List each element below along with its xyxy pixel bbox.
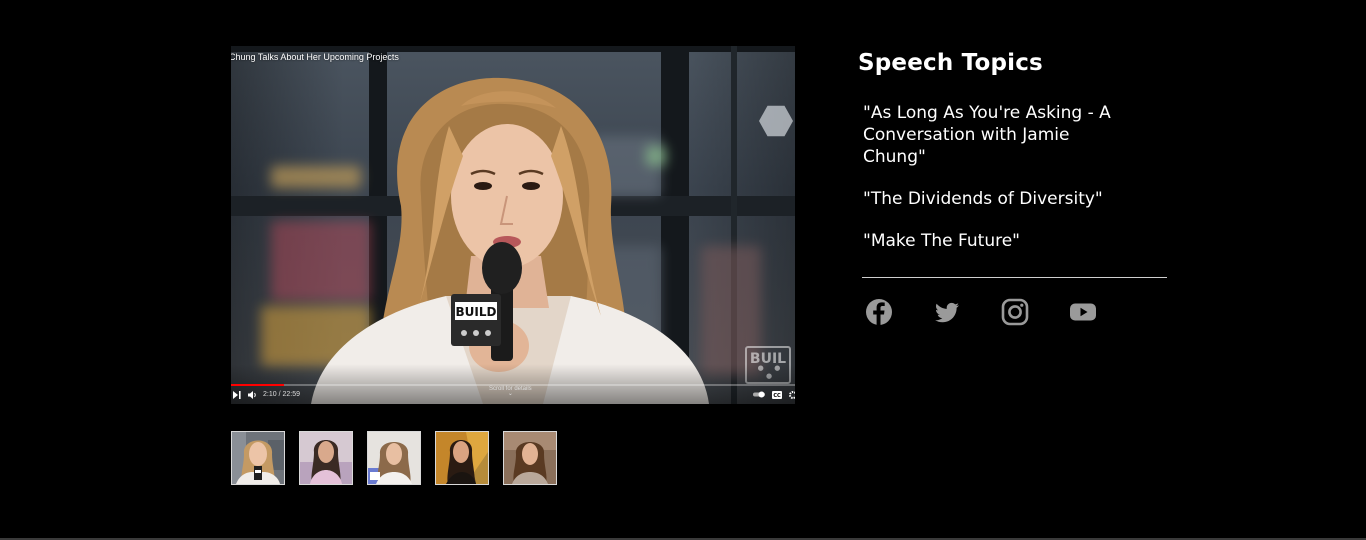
speech-topics-list: "As Long As You're Asking - A Conversati… <box>863 102 1163 272</box>
svg-text:CC: CC <box>773 393 781 399</box>
speech-topic-item: "Make The Future" <box>863 231 1020 251</box>
skip-next-icon[interactable] <box>233 391 241 401</box>
facebook-icon[interactable] <box>864 297 894 327</box>
video-player[interactable]: BUILD BUIL ● ● ● Chung Talks About Her U… <box>231 46 795 404</box>
speech-topic-item: "The Dividends of Diversity" <box>863 189 1103 209</box>
chevron-down-icon: ⌄ <box>507 391 513 397</box>
volume-icon[interactable] <box>248 391 257 401</box>
thumbnail-5[interactable] <box>503 431 557 485</box>
mic-flag-label: BUILD <box>456 305 497 319</box>
instagram-icon[interactable] <box>1000 297 1030 327</box>
thumbnail-4[interactable] <box>435 431 489 485</box>
speaker-figure: BUILD <box>311 77 709 404</box>
speech-topic-item: "As Long As You're Asking - A Conversati… <box>863 103 1111 167</box>
scroll-for-details[interactable]: Scroll for details ⌄ <box>489 386 532 397</box>
captions-icon[interactable]: CC <box>772 391 782 401</box>
twitter-icon[interactable] <box>932 297 962 327</box>
thumbnail-2[interactable] <box>299 431 353 485</box>
youtube-icon[interactable] <box>1068 297 1098 327</box>
section-divider <box>862 277 1167 278</box>
video-title[interactable]: Chung Talks About Her Upcoming Projects <box>231 52 399 62</box>
page: BUILD BUIL ● ● ● Chung Talks About Her U… <box>0 0 1366 540</box>
settings-icon[interactable] <box>789 391 795 401</box>
time-display: 2:10 / 22:59 <box>263 391 300 398</box>
progress-played <box>231 384 285 386</box>
speech-topics-heading: Speech Topics <box>858 50 1043 76</box>
thumbnail-3[interactable] <box>367 431 421 485</box>
autoplay-toggle-icon[interactable] <box>753 391 765 400</box>
video-controls: 2:10 / 22:59 Scroll for details ⌄ CC <box>231 386 795 403</box>
thumbnail-1[interactable] <box>231 431 285 485</box>
